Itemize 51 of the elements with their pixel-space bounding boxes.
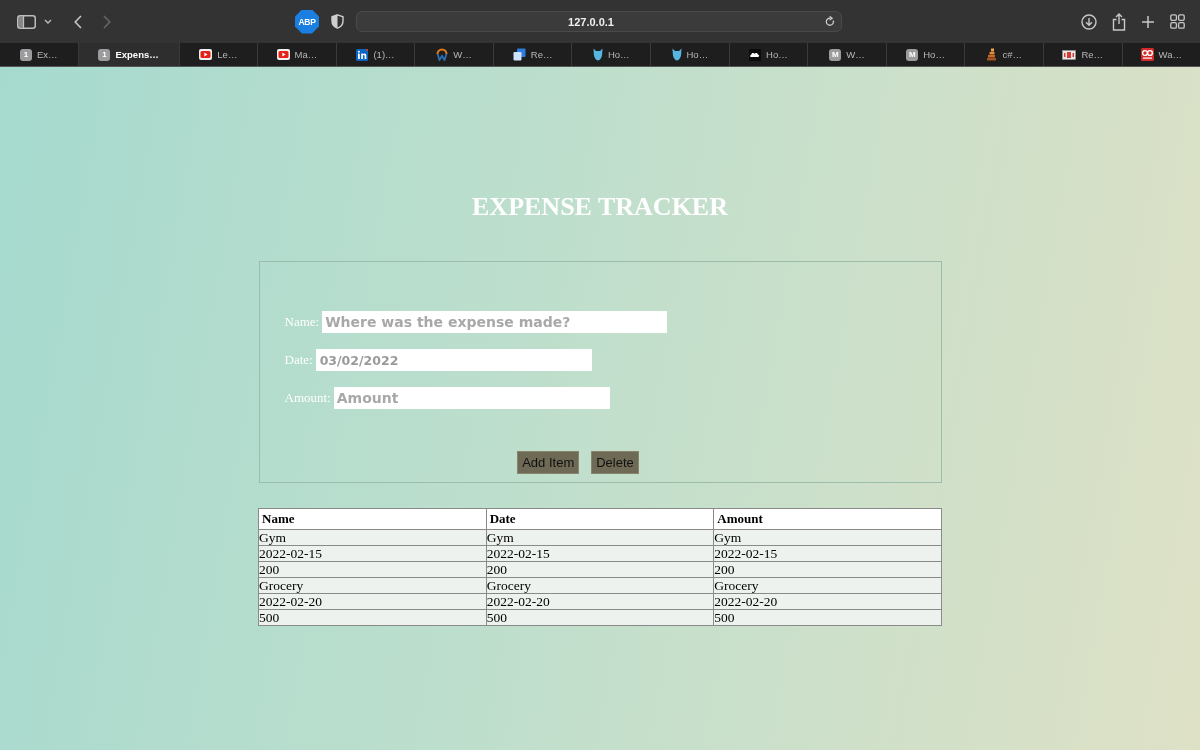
- squares-icon: [512, 48, 526, 61]
- browser-tab[interactable]: (1)…: [335, 43, 415, 66]
- text-input-field[interactable]: Where was the expense made?: [322, 311, 668, 333]
- new-tab-icon[interactable]: [1141, 14, 1155, 29]
- table-header: Name: [258, 508, 487, 530]
- text-input-field[interactable]: Amount: [333, 387, 610, 409]
- animal-head-icon: [592, 48, 603, 61]
- browser-tab[interactable]: Le…: [178, 43, 258, 66]
- browser-tab[interactable]: Ho…: [571, 43, 651, 66]
- reload-icon[interactable]: [825, 16, 835, 27]
- browser-tab[interactable]: W…: [414, 43, 493, 66]
- shield-icon[interactable]: [331, 14, 344, 29]
- favicon-badge: 1: [98, 48, 111, 61]
- table-header: Date: [486, 508, 714, 530]
- film-icon: [1062, 49, 1077, 60]
- browser-tab[interactable]: Re…: [1042, 43, 1122, 66]
- browser-tab[interactable]: Wa…: [1121, 43, 1200, 66]
- back-icon[interactable]: [74, 14, 82, 29]
- field-label: Amount:: [284, 390, 331, 406]
- browser-tab[interactable]: Ma…: [257, 43, 336, 66]
- browser-tab[interactable]: Ho…: [650, 43, 729, 66]
- field-label: Name:: [284, 314, 320, 330]
- browser-tab[interactable]: Re…: [492, 43, 572, 66]
- glasses-icon: [1140, 48, 1154, 61]
- logo-icon: [356, 48, 369, 61]
- browser-tab[interactable]: c#…: [964, 43, 1043, 66]
- browser-tab[interactable]: Ho…: [728, 43, 808, 66]
- stack-icon: [986, 48, 998, 61]
- play-icon: [199, 49, 213, 60]
- animal-head-icon: [671, 48, 682, 61]
- browser-tab[interactable]: 1 Ex…: [0, 43, 78, 66]
- download-icon[interactable]: [1081, 13, 1097, 30]
- logo-icon: [436, 48, 449, 61]
- table-header: Amount: [713, 508, 942, 530]
- extension-button[interactable]: ABP: [295, 9, 319, 34]
- sidebar-icon[interactable]: [17, 14, 36, 29]
- share-icon[interactable]: [1112, 12, 1126, 31]
- caret-icon[interactable]: [44, 19, 52, 24]
- field-label: Date:: [284, 352, 313, 368]
- browser-tab[interactable]: M W…: [807, 43, 886, 66]
- page-title: EXPENSE TRACKER: [472, 191, 728, 223]
- favicon-badge: M: [829, 48, 842, 61]
- play-icon: [276, 49, 290, 60]
- cloud-icon: [749, 48, 762, 61]
- address-bar[interactable]: 127.0.0.1: [356, 11, 842, 32]
- favicon-badge: 1: [20, 48, 32, 61]
- favicon-badge: M: [906, 48, 919, 61]
- tab-overview-icon[interactable]: [1170, 14, 1185, 29]
- url-text: 127.0.0.1: [567, 15, 615, 28]
- browser-tab[interactable]: M Ho…: [885, 43, 965, 66]
- browser-tab[interactable]: 1 Expens…: [77, 43, 179, 66]
